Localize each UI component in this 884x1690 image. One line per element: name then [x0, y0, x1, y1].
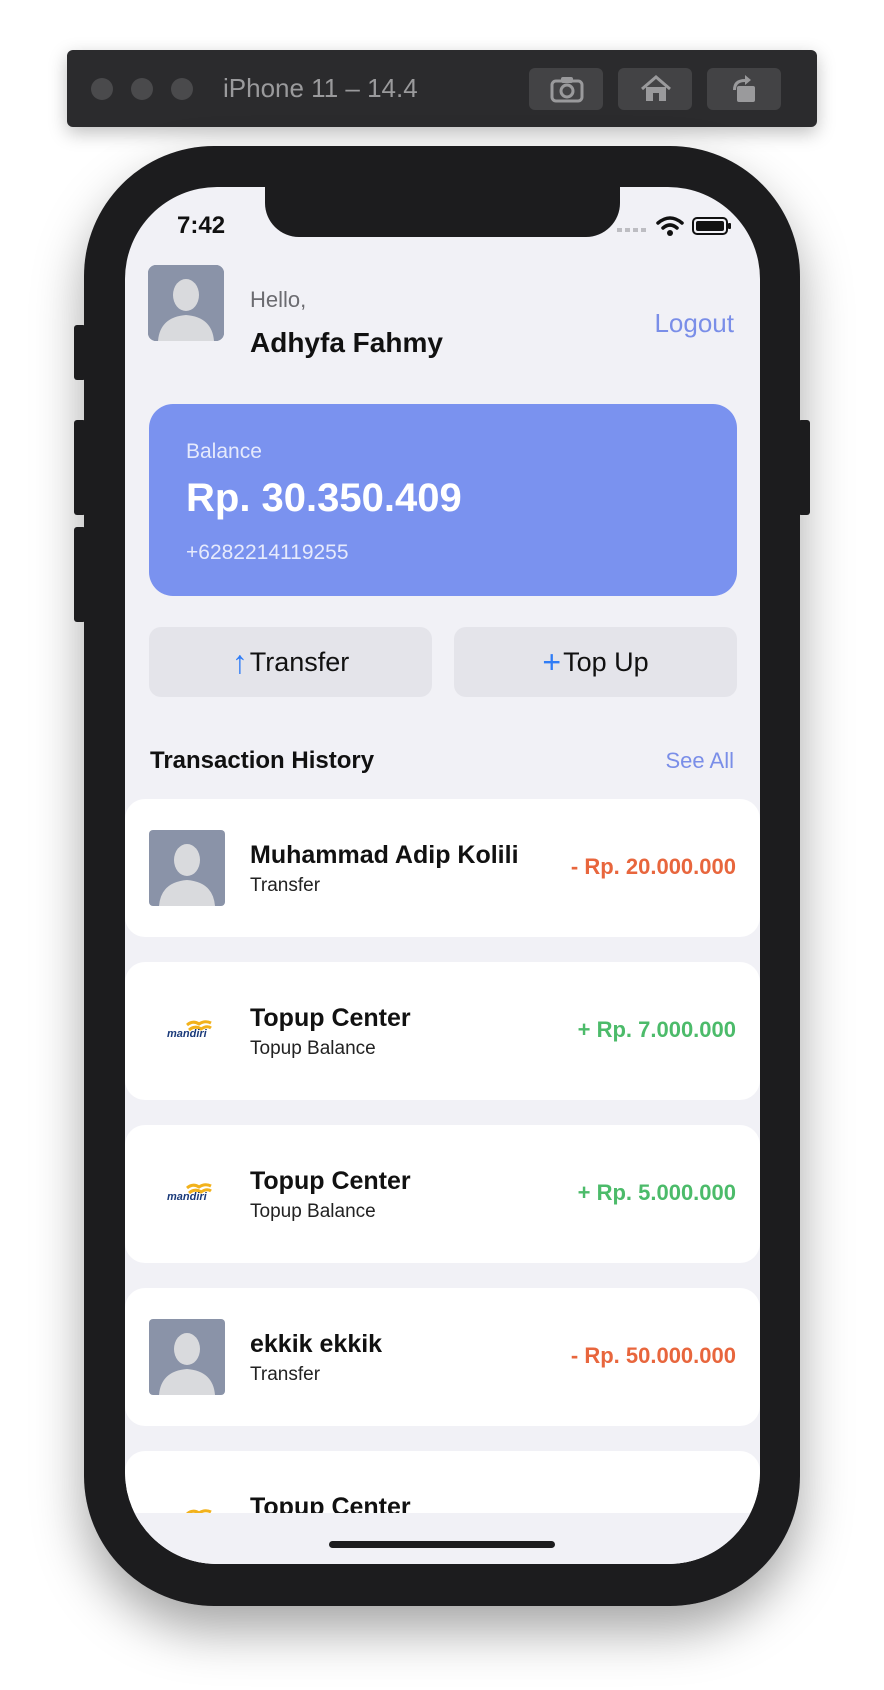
- simulator-title: iPhone 11 – 14.4: [223, 73, 418, 103]
- transaction-title: Muhammad Adip Kolili: [250, 841, 519, 869]
- see-all-link[interactable]: See All: [666, 748, 735, 774]
- transaction-subtitle: Topup Balance: [250, 1038, 376, 1059]
- camera-icon: [550, 77, 584, 103]
- plus-icon: +: [542, 644, 562, 680]
- transaction-item[interactable]: mandiri Topup Center Topup Balance + Rp.…: [125, 1125, 760, 1263]
- zoom-window-dot[interactable]: [171, 78, 193, 100]
- transaction-subtitle: Topup Balance: [250, 1201, 376, 1222]
- top-up-label: Top Up: [563, 646, 649, 677]
- transaction-avatar: [149, 1319, 225, 1395]
- mandiri-logo-text: mandiri: [167, 1191, 208, 1203]
- mandiri-logo-text: mandiri: [167, 1028, 208, 1040]
- simulator-title-bar: iPhone 11 – 14.4: [67, 50, 817, 127]
- transaction-title: Topup Center: [250, 1004, 411, 1032]
- mandiri-logo: mandiri: [149, 1156, 225, 1232]
- transaction-amount: - Rp. 20.000.000: [570, 854, 736, 879]
- transaction-amount: + Rp. 5.000.000: [577, 1180, 736, 1205]
- transaction-subtitle: Transfer: [250, 875, 321, 896]
- home-icon: [641, 75, 671, 101]
- app-screen: 7:42 Hello, Adhyfa Fahmy Logout Balance …: [125, 187, 760, 1564]
- transaction-amount: + Rp. 7.000.000: [577, 1017, 736, 1042]
- home-indicator[interactable]: [329, 1541, 555, 1548]
- greeting-text: Hello,: [250, 287, 307, 312]
- signal-icon: [617, 228, 647, 232]
- balance-amount: Rp. 30.350.409: [186, 476, 462, 520]
- person-placeholder-icon: [149, 830, 225, 906]
- balance-label: Balance: [186, 440, 262, 463]
- close-window-dot[interactable]: [91, 78, 113, 100]
- status-icons: [617, 215, 732, 237]
- transfer-button[interactable]: ↑ Transfer: [149, 627, 432, 697]
- top-up-button[interactable]: + Top Up: [454, 627, 737, 697]
- minimize-window-dot[interactable]: [131, 78, 153, 100]
- rotate-button[interactable]: [707, 68, 781, 110]
- home-button[interactable]: [618, 68, 692, 110]
- transaction-item[interactable]: mandiri Topup Center Topup Balance + Rp.…: [125, 962, 760, 1100]
- screenshot-button[interactable]: [529, 68, 603, 110]
- transaction-history-title: Transaction History: [150, 747, 375, 774]
- user-name: Adhyfa Fahmy: [250, 327, 443, 358]
- user-avatar[interactable]: [148, 265, 224, 341]
- transaction-title: Topup Center: [250, 1167, 411, 1195]
- status-time: 7:42: [177, 212, 226, 239]
- transaction-amount: - Rp. 50.000.000: [570, 1343, 736, 1368]
- person-placeholder-icon: [149, 1319, 225, 1395]
- mandiri-logo: mandiri: [149, 993, 225, 1069]
- wifi-icon: [655, 216, 684, 236]
- transaction-avatar: [149, 830, 225, 906]
- transaction-item[interactable]: ekkik ekkik Transfer - Rp. 50.000.000: [125, 1288, 760, 1426]
- transaction-subtitle: Transfer: [250, 1364, 321, 1385]
- balance-card: Balance Rp. 30.350.409 +6282214119255: [149, 404, 737, 596]
- rotate-icon: [733, 75, 755, 102]
- battery-icon: [692, 217, 731, 235]
- notch: [265, 187, 620, 237]
- person-placeholder-icon: [148, 265, 224, 341]
- transfer-label: Transfer: [249, 646, 350, 677]
- transaction-title: ekkik ekkik: [250, 1330, 383, 1358]
- arrow-up-icon: ↑: [231, 644, 248, 680]
- transaction-item[interactable]: Muhammad Adip Kolili Transfer - Rp. 20.0…: [125, 799, 760, 937]
- phone-number: +6282214119255: [186, 541, 349, 564]
- logout-button[interactable]: Logout: [654, 308, 734, 339]
